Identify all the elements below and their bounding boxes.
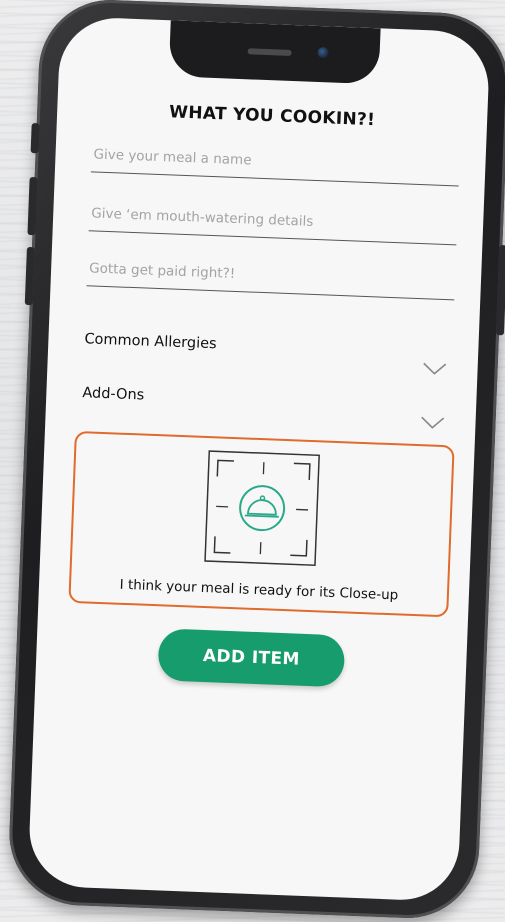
camera-viewfinder-icon[interactable] — [204, 450, 320, 567]
chevron-down-icon[interactable] — [421, 360, 448, 377]
meal-name-input[interactable] — [91, 146, 464, 177]
allergies-label: Common Allergies — [84, 331, 217, 353]
silent-switch — [30, 123, 40, 154]
details-field — [88, 202, 462, 246]
phone-screen: WHAT YOU COOKIN?! Common Allergies Add-O… — [27, 16, 491, 902]
addons-dropdown[interactable]: Add-Ons — [82, 385, 451, 429]
upload-caption: I think your meal is ready for its Close… — [119, 576, 399, 604]
chevron-down-icon[interactable] — [419, 414, 446, 431]
meal-name-field — [90, 143, 464, 187]
add-item-button[interactable]: ADD ITEM — [157, 628, 346, 688]
addons-label: Add-Ons — [82, 385, 145, 404]
price-field — [86, 257, 460, 301]
allergies-dropdown[interactable]: Common Allergies — [84, 331, 453, 375]
page-title: WHAT YOU COOKIN?! — [168, 102, 376, 131]
photo-upload-area[interactable]: I think your meal is ready for its Close… — [68, 430, 455, 618]
details-input[interactable] — [88, 205, 462, 236]
add-meal-form: WHAT YOU COOKIN?! Common Allergies Add-O… — [27, 16, 490, 902]
price-input[interactable] — [86, 260, 460, 291]
phone-mockup: WHAT YOU COOKIN?! Common Allergies Add-O… — [6, 0, 505, 921]
